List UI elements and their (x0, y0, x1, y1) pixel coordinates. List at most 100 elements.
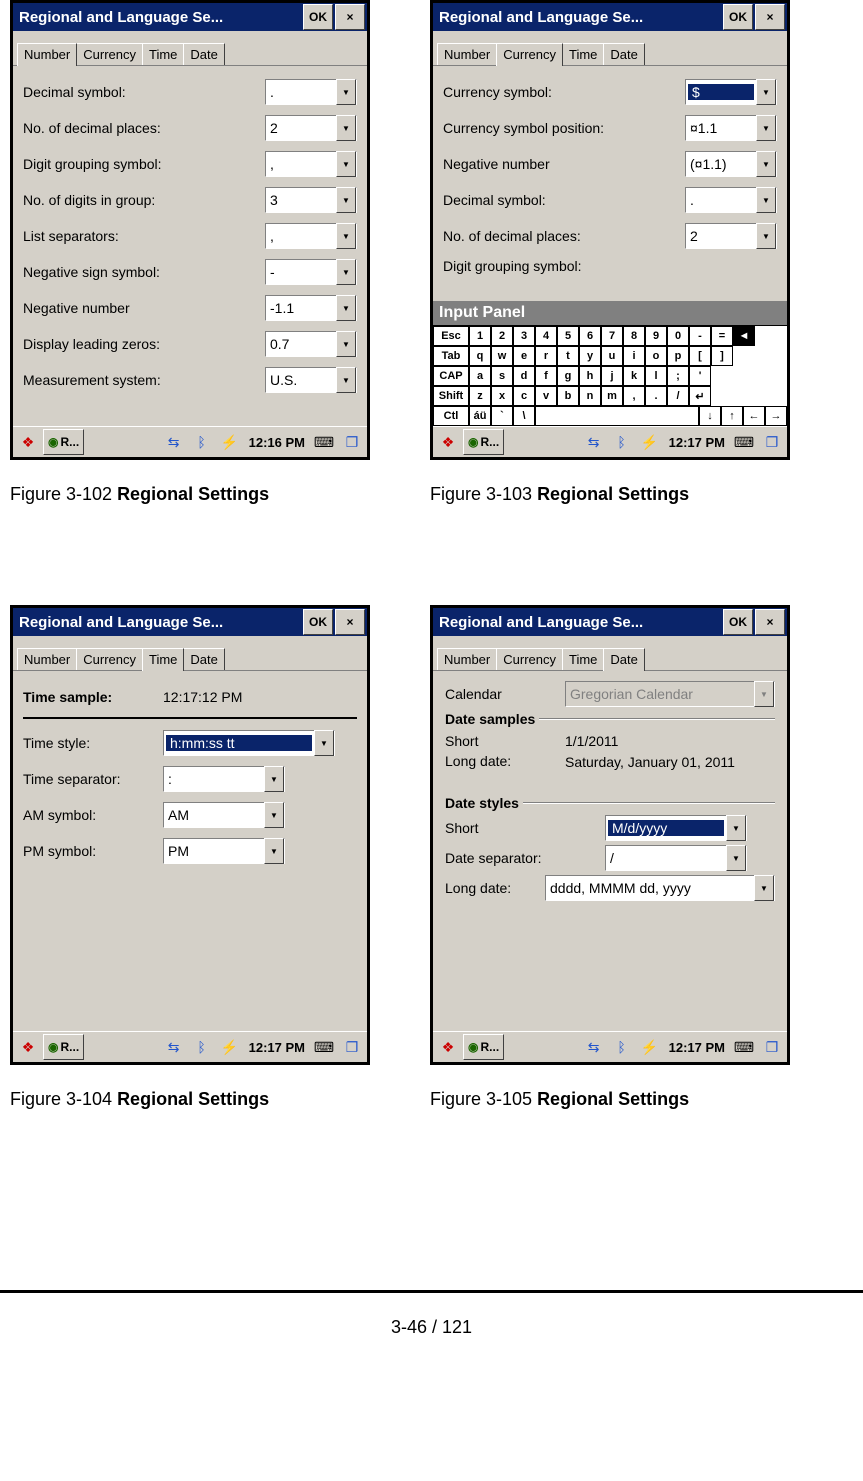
close-button[interactable]: × (335, 609, 365, 635)
key[interactable]: b (557, 386, 579, 406)
combo-box[interactable]: 0.7▼ (265, 331, 357, 357)
key[interactable]: h (579, 366, 601, 386)
key[interactable]: ◄ (733, 326, 755, 346)
key[interactable]: o (645, 346, 667, 366)
tab-currency[interactable]: Currency (496, 648, 563, 670)
chevron-down-icon[interactable]: ▼ (336, 367, 356, 393)
key[interactable]: l (645, 366, 667, 386)
key[interactable]: 9 (645, 326, 667, 346)
key[interactable]: áü (469, 406, 491, 426)
key[interactable]: u (601, 346, 623, 366)
power-icon[interactable]: ⚡ (637, 1035, 663, 1059)
chevron-down-icon[interactable]: ▼ (756, 115, 776, 141)
combo-box[interactable]: AM▼ (163, 802, 285, 828)
tab-date[interactable]: Date (183, 648, 224, 670)
key[interactable]: 6 (579, 326, 601, 346)
key[interactable]: k (623, 366, 645, 386)
tab-number[interactable]: Number (17, 43, 77, 66)
combo-box[interactable]: U.S.▼ (265, 367, 357, 393)
tab-date[interactable]: Date (603, 43, 644, 65)
combo-box[interactable]: :▼ (163, 766, 285, 792)
key[interactable]: [ (689, 346, 711, 366)
close-button[interactable]: × (755, 609, 785, 635)
key[interactable]: ' (689, 366, 711, 386)
key[interactable]: j (601, 366, 623, 386)
key[interactable]: Shift (433, 386, 469, 406)
chevron-down-icon[interactable]: ▼ (264, 838, 284, 864)
chevron-down-icon[interactable]: ▼ (336, 79, 356, 105)
chevron-down-icon[interactable]: ▼ (336, 331, 356, 357)
tab-time[interactable]: Time (562, 648, 604, 670)
tab-date[interactable]: Date (603, 648, 644, 671)
combo-box[interactable]: 2▼ (265, 115, 357, 141)
key[interactable]: ` (491, 406, 513, 426)
key[interactable]: , (623, 386, 645, 406)
network-icon[interactable]: ⇆ (161, 1035, 187, 1059)
key[interactable]: w (491, 346, 513, 366)
key[interactable]: ↵ (689, 386, 711, 406)
start-icon[interactable]: ❖ (435, 1035, 461, 1059)
bluetooth-icon[interactable]: ᛒ (609, 430, 635, 454)
key[interactable]: Tab (433, 346, 469, 366)
sip-icon[interactable]: ⌨ (311, 430, 337, 454)
chevron-down-icon[interactable]: ▼ (264, 766, 284, 792)
tab-time[interactable]: Time (142, 648, 184, 671)
key[interactable]: p (667, 346, 689, 366)
windows-icon[interactable]: ❐ (339, 1035, 365, 1059)
key[interactable]: - (689, 326, 711, 346)
key[interactable]: e (513, 346, 535, 366)
key[interactable]: CAP (433, 366, 469, 386)
ok-button[interactable]: OK (723, 4, 753, 30)
combo-box[interactable]: ,▼ (265, 151, 357, 177)
power-icon[interactable]: ⚡ (217, 430, 243, 454)
combo-box[interactable]: ¤1.1▼ (685, 115, 777, 141)
key[interactable]: d (513, 366, 535, 386)
key[interactable]: ← (743, 406, 765, 426)
sip-icon[interactable]: ⌨ (731, 1035, 757, 1059)
key[interactable]: ] (711, 346, 733, 366)
chevron-down-icon[interactable]: ▼ (336, 187, 356, 213)
windows-icon[interactable]: ❐ (759, 1035, 785, 1059)
chevron-down-icon[interactable]: ▼ (756, 223, 776, 249)
key[interactable]: g (557, 366, 579, 386)
tab-number[interactable]: Number (17, 648, 77, 670)
key[interactable]: s (491, 366, 513, 386)
key[interactable]: / (667, 386, 689, 406)
key[interactable]: v (535, 386, 557, 406)
key[interactable]: 4 (535, 326, 557, 346)
key[interactable]: 1 (469, 326, 491, 346)
chevron-down-icon[interactable]: ▼ (336, 223, 356, 249)
combo-box[interactable]: ,▼ (265, 223, 357, 249)
key[interactable]: n (579, 386, 601, 406)
tab-currency[interactable]: Currency (76, 648, 143, 670)
key[interactable]: ; (667, 366, 689, 386)
key[interactable]: Esc (433, 326, 469, 346)
sip-icon[interactable]: ⌨ (731, 430, 757, 454)
chevron-down-icon[interactable]: ▼ (336, 259, 356, 285)
network-icon[interactable]: ⇆ (581, 1035, 607, 1059)
chevron-down-icon[interactable]: ▼ (726, 845, 746, 871)
key[interactable]: 5 (557, 326, 579, 346)
close-button[interactable]: × (335, 4, 365, 30)
tab-number[interactable]: Number (437, 43, 497, 65)
chevron-down-icon[interactable]: ▼ (726, 815, 746, 841)
network-icon[interactable]: ⇆ (581, 430, 607, 454)
key[interactable]: . (645, 386, 667, 406)
key[interactable]: q (469, 346, 491, 366)
date-sep-combo[interactable]: / ▼ (605, 845, 747, 871)
key[interactable]: y (579, 346, 601, 366)
chevron-down-icon[interactable]: ▼ (336, 151, 356, 177)
chevron-down-icon[interactable]: ▼ (314, 730, 334, 756)
key[interactable]: t (557, 346, 579, 366)
ok-button[interactable]: OK (723, 609, 753, 635)
bluetooth-icon[interactable]: ᛒ (189, 430, 215, 454)
ok-button[interactable]: OK (303, 4, 333, 30)
power-icon[interactable]: ⚡ (217, 1035, 243, 1059)
key[interactable]: Ctl (433, 406, 469, 426)
chevron-down-icon[interactable]: ▼ (756, 151, 776, 177)
combo-box[interactable]: -1.1▼ (265, 295, 357, 321)
key[interactable]: \ (513, 406, 535, 426)
bluetooth-icon[interactable]: ᛒ (189, 1035, 215, 1059)
key[interactable]: = (711, 326, 733, 346)
bluetooth-icon[interactable]: ᛒ (609, 1035, 635, 1059)
